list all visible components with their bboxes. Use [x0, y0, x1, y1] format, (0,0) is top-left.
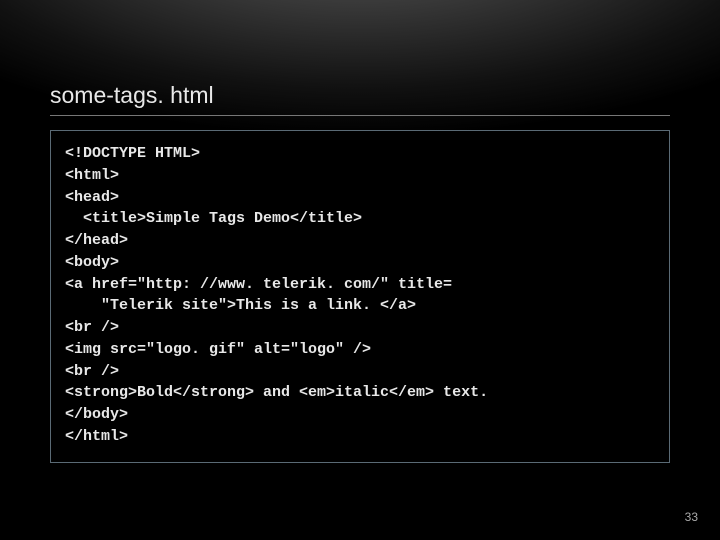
slide-number: 33: [685, 510, 698, 524]
slide-title: some-tags. html: [50, 82, 670, 116]
slide-content: some-tags. html <!DOCTYPE HTML> <html> <…: [0, 0, 720, 463]
code-block: <!DOCTYPE HTML> <html> <head> <title>Sim…: [50, 130, 670, 463]
